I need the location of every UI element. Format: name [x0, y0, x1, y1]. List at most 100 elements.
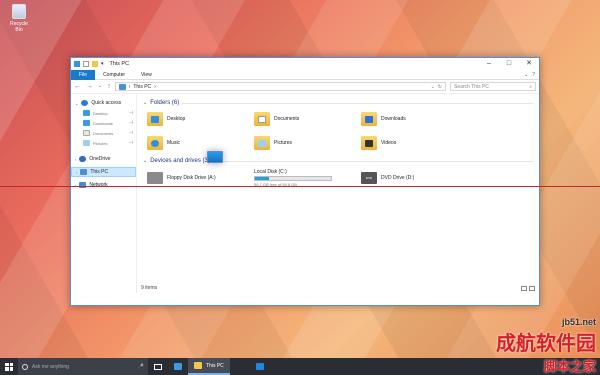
item-count: 9 items: [141, 285, 158, 291]
ribbon-tabs: File Computer View ⌄ ?: [71, 69, 539, 80]
up-button[interactable]: ↑: [107, 83, 111, 90]
navigation-bar: ← → ⌄ ↑ › This PC › ⌄ ↻ Search This PC ⌕: [71, 80, 539, 94]
file-explorer-icon: [194, 362, 202, 369]
search-box[interactable]: Search This PC ⌕: [450, 82, 536, 91]
folder-label: Downloads: [381, 116, 406, 122]
sidebar-item-label: Network: [89, 182, 108, 188]
expand-arrow-icon[interactable]: ›: [76, 170, 77, 175]
folder-videos[interactable]: Videos: [361, 132, 468, 154]
folder-label: Pictures: [274, 140, 293, 146]
minimize-button[interactable]: –: [479, 58, 499, 70]
sidebar-item-downloads[interactable]: Downloads ⊣: [71, 118, 136, 128]
sidebar-item-onedrive[interactable]: › OneDrive: [71, 154, 136, 164]
address-bar[interactable]: › This PC › ⌄ ↻: [114, 82, 446, 91]
sidebar-item-label: Documents: [93, 130, 114, 136]
downloads-folder-icon: [83, 120, 90, 126]
pc-icon: [80, 169, 88, 175]
pictures-icon: [254, 136, 270, 150]
expand-ribbon-icon[interactable]: ⌄: [524, 72, 528, 78]
refresh-icon[interactable]: ↻: [438, 84, 442, 90]
microphone-icon[interactable]: 🎤: [138, 364, 144, 370]
divider: [182, 102, 533, 104]
close-button[interactable]: ✕: [519, 58, 539, 70]
folder-label: Documents: [274, 116, 300, 122]
sidebar-item-quick-access[interactable]: ⌄ Quick access: [71, 98, 136, 108]
sidebar-item-pictures[interactable]: Pictures ⊣: [71, 138, 136, 148]
windows-logo-icon: [5, 362, 13, 371]
taskbar-app-this-pc[interactable]: This PC: [188, 358, 230, 375]
maximize-button[interactable]: □: [499, 58, 519, 70]
cortana-search-placeholder[interactable]: Ask me anything: [32, 364, 69, 370]
tab-computer[interactable]: Computer: [95, 70, 133, 80]
help-icon[interactable]: ?: [532, 72, 535, 78]
file-explorer-window: ▾ This PC – □ ✕ File Computer View ⌄ ? ←…: [70, 57, 540, 306]
cortana-icon: [22, 363, 28, 370]
large-icons-view-icon[interactable]: [529, 285, 535, 291]
taskbar-app-label: This PC: [206, 362, 224, 369]
edge-taskbar-button[interactable]: [168, 358, 188, 375]
customize-toolbar-chevron-icon[interactable]: ▾: [101, 61, 104, 67]
quick-access-toolbar: ▾: [74, 61, 104, 67]
pin-icon: ⊣: [128, 130, 133, 136]
sidebar-item-network[interactable]: › Network: [71, 180, 136, 190]
search-input[interactable]: Search This PC: [454, 84, 489, 90]
sidebar-item-label: Pictures: [93, 140, 108, 146]
task-view-button[interactable]: [148, 358, 168, 375]
horizontal-red-line: [0, 186, 600, 187]
windows-drive-icon: [207, 151, 223, 163]
network-icon: [79, 182, 87, 188]
forward-button[interactable]: →: [86, 83, 93, 90]
properties-icon[interactable]: [83, 61, 89, 67]
cortana-search-box[interactable]: Ask me anything 🎤: [18, 358, 148, 375]
music-icon: [147, 136, 163, 150]
new-folder-icon[interactable]: [92, 61, 98, 67]
watermark-line1: 成航软件园: [496, 331, 596, 355]
collapse-icon[interactable]: ⌄: [143, 158, 147, 164]
details-view-icon[interactable]: [521, 285, 527, 291]
folder-documents[interactable]: Documents: [254, 108, 361, 130]
cloud-icon: [79, 156, 87, 162]
desktop-icon: [147, 112, 163, 126]
drive-label: Local Disk (C:): [254, 169, 287, 175]
drive-usage-bar: [254, 176, 332, 181]
folder-music[interactable]: Music: [147, 132, 254, 154]
store-icon: [255, 363, 264, 370]
folder-label: Music: [167, 140, 181, 146]
tab-view[interactable]: View: [133, 70, 160, 80]
collapse-icon[interactable]: ⌄: [143, 100, 147, 106]
recent-locations-button[interactable]: ⌄: [98, 83, 102, 90]
sidebar-item-label: Desktop: [93, 110, 108, 116]
task-view-icon: [154, 363, 162, 370]
folders-group-header[interactable]: ⌄ Folders (6): [143, 98, 533, 108]
devices-group-header[interactable]: ⌄ Devices and drives (3): [143, 156, 533, 166]
store-taskbar-button[interactable]: [250, 358, 270, 375]
start-button[interactable]: [0, 358, 18, 375]
address-root-arrow[interactable]: ›: [129, 84, 131, 90]
address-location[interactable]: This PC: [133, 84, 151, 90]
folders-header-label: Folders (6): [150, 100, 180, 106]
pin-icon: ⊣: [128, 140, 133, 146]
folder-downloads[interactable]: Downloads: [361, 108, 468, 130]
site-watermark: jb51.net 成航软件园 脚本之家: [496, 317, 596, 375]
folder-pictures[interactable]: Pictures: [254, 132, 361, 154]
title-bar: ▾ This PC – □ ✕: [71, 58, 539, 70]
address-chevron[interactable]: ›: [154, 84, 156, 90]
window-title: This PC: [109, 61, 130, 67]
tab-file[interactable]: File: [71, 69, 96, 80]
sidebar-item-label: Downloads: [93, 120, 113, 126]
drive-label: Floppy Disk Drive (A:): [167, 175, 216, 181]
recycle-bin-desktop-icon[interactable]: Recycle Bin: [6, 4, 32, 33]
folder-desktop[interactable]: Desktop: [147, 108, 254, 130]
drive-label: DVD Drive (D:): [381, 175, 415, 181]
sidebar-item-this-pc[interactable]: › This PC: [71, 167, 136, 177]
watermark-url: jb51.net: [561, 317, 596, 327]
expand-arrow-icon[interactable]: ⌄: [75, 101, 78, 106]
back-button[interactable]: ←: [74, 83, 81, 90]
sidebar-item-documents[interactable]: Documents ⊣: [71, 128, 136, 138]
sidebar-item-desktop[interactable]: Desktop ⊣: [71, 108, 136, 118]
content-pane: ⌄ Folders (6) Desktop Documents Download…: [137, 94, 539, 293]
divider: [212, 160, 533, 162]
drive-usage-fill: [255, 177, 269, 180]
expand-arrow-icon[interactable]: ›: [75, 157, 76, 162]
address-dropdown-icon[interactable]: ⌄: [431, 84, 435, 90]
